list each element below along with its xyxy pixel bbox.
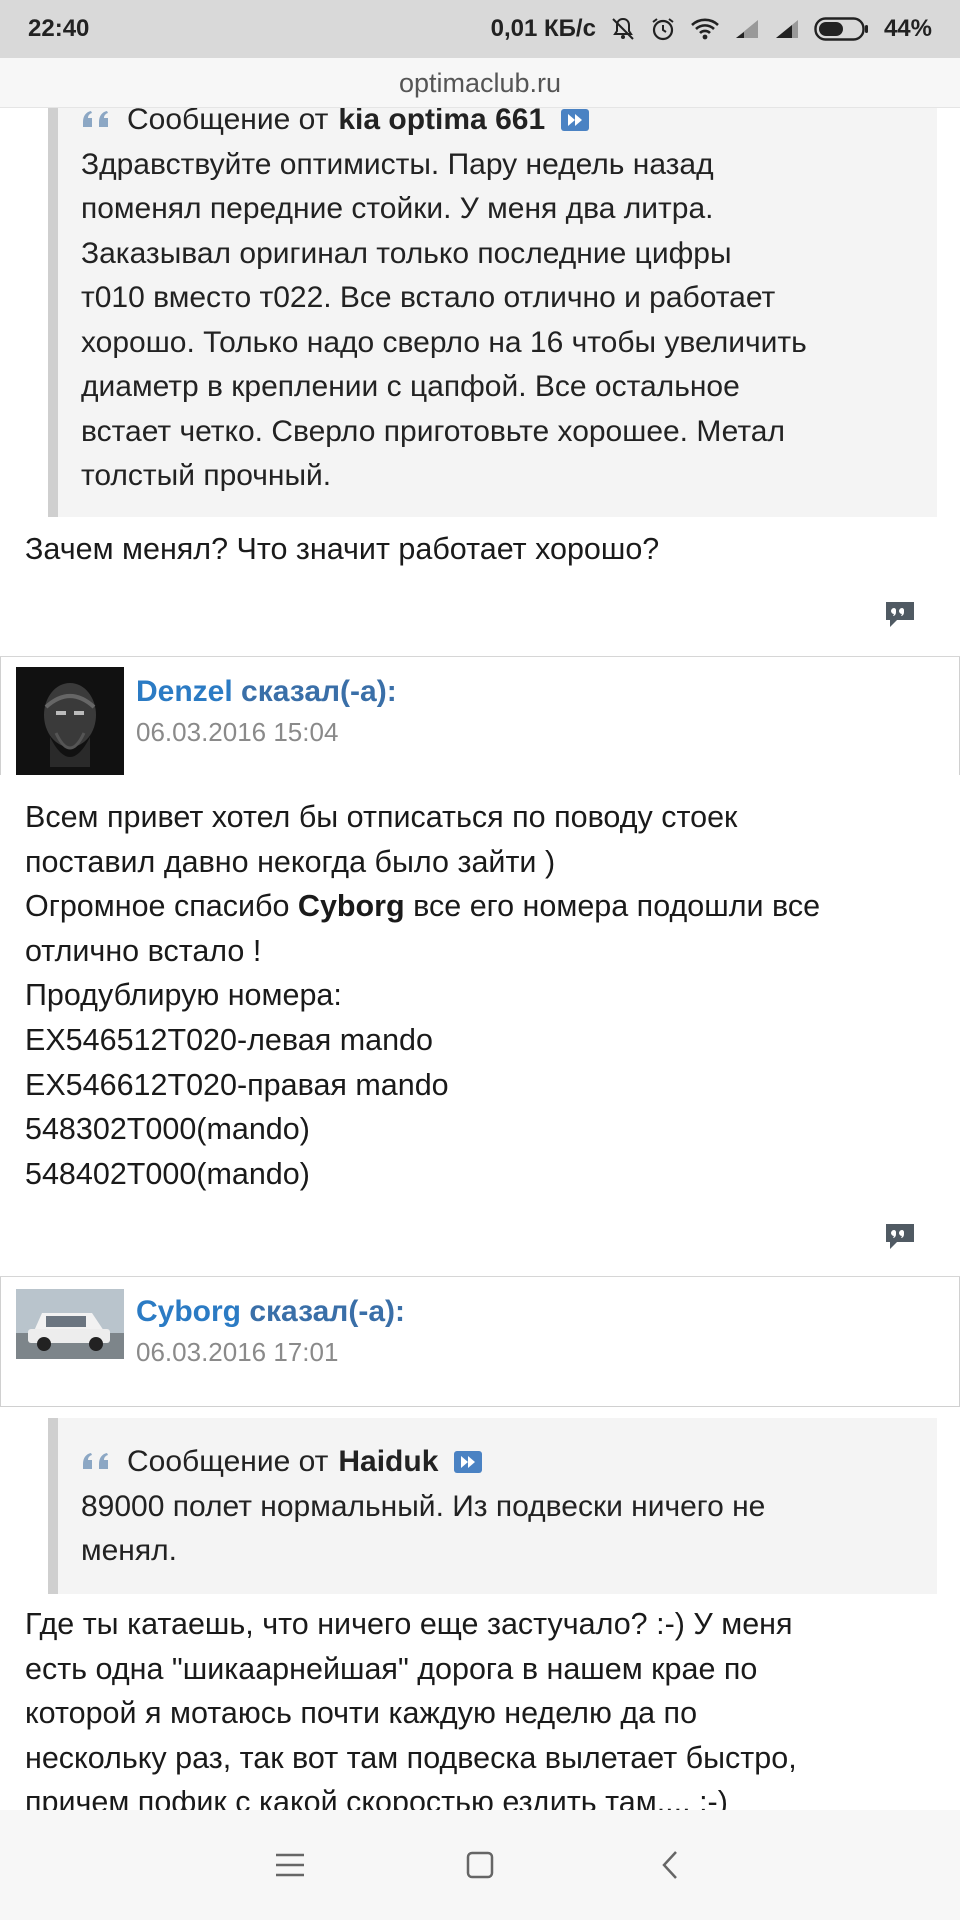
battery-percent: 44%	[883, 15, 932, 42]
post-header: Cyborg сказал(-а): 06.03.2016 17:01	[0, 1277, 960, 1407]
back-button[interactable]	[650, 1845, 690, 1885]
post-line: 548302T000(mando)	[25, 1112, 310, 1147]
post-line: Где ты катаешь, что ничего еще застучало…	[25, 1607, 793, 1641]
quote-line: диаметр в креплении с цапфой. Все осталь…	[81, 370, 740, 403]
post-body: Всем привет хотел бы отписаться по повод…	[25, 795, 945, 1196]
post-header: Denzel сказал(-а): 06.03.2016 15:04	[0, 657, 960, 775]
quote-line: хорошо. Только надо сверло на 16 чтобы у…	[81, 325, 807, 359]
quote-prefix: Сообщение от	[127, 1445, 329, 1478]
go-to-post-icon[interactable]	[454, 1451, 483, 1474]
quote-line: поменял передние стойки. У меня два литр…	[81, 192, 714, 225]
avatar[interactable]	[16, 667, 124, 775]
quote-block: Сообщение от kia optima 661 Здравствуйте…	[48, 108, 937, 517]
site-domain: optimaclub.ru	[398, 68, 562, 98]
post-date: 06.03.2016 17:01	[136, 1337, 339, 1367]
quote-author[interactable]: Haiduk	[338, 1440, 438, 1485]
quote-line: т010 вместо т022. Все встало отлично и р…	[81, 281, 776, 314]
address-bar[interactable]: optimaclub.ru	[0, 58, 960, 108]
post-line: Всем привет хотел бы отписаться по повод…	[25, 800, 738, 834]
system-nav-bar	[0, 1810, 960, 1920]
author-said: сказал(-а):	[241, 675, 397, 708]
menu-button[interactable]	[270, 1845, 310, 1885]
post-line: Продублирую номера:	[25, 978, 342, 1013]
signal-icon-1	[734, 18, 760, 40]
mute-icon	[610, 16, 636, 42]
author-line: Cyborg сказал(-а):	[136, 1295, 405, 1329]
quote-prefix: Сообщение от	[127, 108, 329, 136]
wifi-icon	[690, 17, 720, 41]
quote-line: встает четко. Сверло приготовьте хорошее…	[81, 414, 785, 448]
quote-line: Заказывал оригинал только последние цифр…	[81, 236, 732, 270]
back-icon	[662, 1851, 677, 1879]
post-line: отлично встало !	[25, 933, 262, 968]
quote-icon	[83, 1453, 108, 1470]
mentioned-user: Cyborg	[297, 889, 405, 924]
post-line: которой я мотаюсь почти каждую неделю да…	[25, 1696, 698, 1731]
post-body: Где ты катаешь, что ничего еще застучало…	[25, 1602, 945, 1810]
author-line: Denzel сказал(-а):	[136, 675, 397, 709]
home-icon	[466, 1851, 494, 1879]
post-line: EX546512T020-левая mando	[25, 1022, 433, 1057]
signal-icon-2	[774, 18, 800, 40]
post-line: 548402T000(mando)	[25, 1156, 310, 1191]
reply-quote-icon[interactable]	[883, 599, 917, 631]
quote-line: Здравствуйте оптимисты. Пару недель наза…	[81, 147, 714, 181]
alarm-icon	[650, 16, 676, 42]
avatar[interactable]	[16, 1289, 124, 1359]
reply-quote-icon[interactable]	[883, 1221, 917, 1253]
home-button[interactable]	[460, 1845, 500, 1885]
battery-icon	[814, 16, 870, 42]
menu-icon	[276, 1853, 304, 1877]
author-name[interactable]: Denzel	[136, 675, 233, 708]
quote-line: толстый прочный.	[81, 459, 332, 492]
status-time: 22:40	[28, 15, 90, 42]
post-date: 06.03.2016 15:04	[136, 717, 339, 747]
post-line: причем пофик с какой скоростью ездить та…	[25, 1785, 728, 1810]
author-said: сказал(-а):	[249, 1295, 405, 1328]
quote-author[interactable]: kia optima 661	[338, 108, 545, 143]
quote-header: Сообщение от kia optima 661	[81, 108, 913, 143]
go-to-post-icon[interactable]	[561, 109, 590, 132]
post-line: Огромное спасибо Cyborg все его номера п…	[25, 884, 945, 929]
text-fragment: все его номера подошли все	[404, 889, 821, 924]
post-line: нескольку раз, так вот там подвеска выле…	[25, 1740, 797, 1775]
quote-line: 89000 полет нормальный. Из подвески ниче…	[81, 1489, 766, 1523]
post-line: поставил давно некогда было зайти )	[25, 844, 556, 879]
status-bar: 22:40 0,01 КБ/с 44%	[0, 0, 960, 58]
post-line: EX546612T020-правая mando	[25, 1067, 449, 1102]
quote-header: Сообщение от Haiduk	[81, 1440, 913, 1485]
post-line: Зачем менял? Что значит работает хорошо?	[25, 532, 660, 566]
quote-line: менял.	[81, 1534, 177, 1567]
post-line: есть одна "шикаарнейшая" дорога в нашем …	[25, 1651, 758, 1686]
thread-content: Сообщение от kia optima 661 Здравствуйте…	[0, 108, 960, 1810]
author-name[interactable]: Cyborg	[136, 1295, 241, 1328]
network-speed: 0,01 КБ/с	[490, 15, 596, 42]
text-fragment: Огромное спасибо	[25, 889, 298, 924]
quote-icon	[83, 111, 108, 128]
quote-block: Сообщение от Haiduk 89000 полет нормальн…	[48, 1418, 937, 1594]
post-body: Зачем менял? Что значит работает хорошо?	[25, 527, 945, 572]
